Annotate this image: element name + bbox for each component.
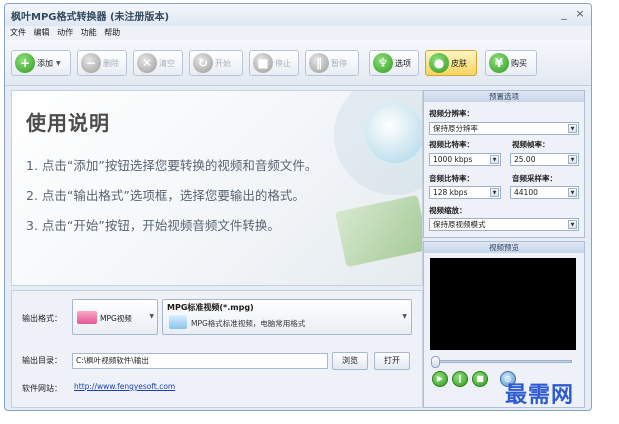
audio-bitrate-label: 音频比特率： (429, 174, 474, 183)
instructions-panel: 使用说明 1. 点击“添加”按钮选择您要转换的视频和音频文件。 2. 点击“输出… (11, 90, 423, 286)
preset-options-panel: 预置选项 视频分辨率： 保持原分辨率 ▼ 视频比特率： 视频帧率： 1000 k… (423, 90, 585, 238)
chevron-down-icon[interactable]: ▼ (568, 188, 577, 197)
audio-samplerate-select[interactable]: 44100 ▼ (510, 186, 579, 199)
menu-file[interactable]: 文件 (10, 26, 26, 40)
pause-icon[interactable]: ∥ (452, 371, 468, 387)
remove-button[interactable]: − 删除 (77, 50, 127, 76)
minimize-button[interactable]: _ (557, 7, 571, 21)
video-bitrate-select[interactable]: 1000 kbps ▼ (429, 153, 501, 166)
video-bitrate-value: 1000 kbps (433, 155, 473, 164)
output-format-label: 输出格式： (22, 314, 62, 323)
video-framerate-value: 25.00 (514, 155, 536, 164)
video-preview-header: 视频预览 (424, 242, 584, 253)
film-disc-icon (364, 103, 422, 165)
chevron-down-icon[interactable]: ▼ (56, 60, 61, 67)
chevron-down-icon[interactable]: ▼ (149, 313, 154, 320)
start-label: 开始 (215, 58, 231, 68)
instruction-step: 1. 点击“添加”按钮选择您要转换的视频和音频文件。 (26, 158, 318, 173)
audio-samplerate-value: 44100 (514, 188, 538, 197)
skin-label: 皮肤 (451, 58, 467, 68)
audio-bitrate-select[interactable]: 128 kbps ▼ (429, 186, 501, 199)
skin-icon: ● (429, 53, 449, 73)
format-video-icon (169, 315, 187, 329)
menu-function[interactable]: 功能 (81, 26, 97, 40)
output-format-select[interactable]: MPG标准视频(*.mpg) MPG格式标准视频，电脑常用格式 ▼ (162, 299, 412, 335)
video-scale-label: 视频缩放： (429, 206, 467, 215)
title-bar[interactable]: 枫叶MPG格式转换器 (未注册版本) _ × (5, 4, 591, 26)
remove-icon: − (81, 53, 101, 73)
chevron-down-icon[interactable]: ▼ (568, 220, 577, 229)
video-preview-screen (430, 258, 576, 350)
add-icon: + (15, 53, 35, 73)
preview-seek-slider[interactable] (431, 356, 572, 368)
browse-button[interactable]: 浏览 (332, 352, 368, 370)
remove-label: 删除 (103, 58, 119, 68)
chevron-down-icon[interactable]: ▼ (490, 188, 499, 197)
video-bitrate-label: 视频比特率： (429, 140, 474, 149)
start-icon: ↻ (193, 53, 213, 73)
options-label: 选项 (395, 58, 411, 68)
stop-button[interactable]: ■ 停止 (249, 50, 299, 76)
chevron-down-icon[interactable]: ▼ (568, 124, 577, 133)
skin-button[interactable]: ● 皮肤 (425, 50, 477, 76)
instruction-step: 2. 点击“输出格式”选项框，选择您要输出的格式。 (26, 188, 305, 203)
clear-icon: ✕ (137, 53, 157, 73)
output-settings-panel: 输出格式： MPG视频 ▼ MPG标准视频(*.mpg) MPG格式标准视频，电… (11, 290, 423, 408)
menu-action[interactable]: 动作 (57, 26, 73, 40)
start-button[interactable]: ↻ 开始 (189, 50, 243, 76)
output-dir-label: 输出目录： (22, 356, 62, 365)
buy-icon: ¥ (489, 53, 509, 73)
output-dir-input[interactable]: C:\枫叶视频软件\输出 (72, 353, 328, 369)
pause-label: 暂停 (331, 58, 347, 68)
add-label: 添加 (37, 58, 53, 68)
pause-icon: ∥ (309, 53, 329, 73)
menu-edit[interactable]: 编辑 (34, 26, 50, 40)
audio-bitrate-value: 128 kbps (433, 188, 468, 197)
clear-label: 清空 (159, 58, 175, 68)
video-resolution-value: 保持原分辨率 (433, 124, 478, 133)
format-title: MPG标准视频(*.mpg) (167, 303, 254, 312)
screen-decor-icon (335, 194, 422, 268)
app-window: 枫叶MPG格式转换器 (未注册版本) _ × 文件 编辑 动作 功能 帮助 + … (4, 3, 592, 411)
website-link[interactable]: http://www.fengyesoft.com (74, 382, 175, 391)
toolbar: + 添加 ▼ − 删除 ✕ 清空 ↻ 开始 ■ 停止 ∥ 暂停 ♆ 选项 ● 皮… (5, 40, 591, 86)
menu-help[interactable]: 帮助 (104, 26, 120, 40)
stop-icon: ■ (253, 53, 273, 73)
chevron-down-icon[interactable]: ▼ (402, 313, 407, 320)
buy-button[interactable]: ¥ 购买 (485, 50, 537, 76)
instruction-step: 3. 点击“开始”按钮，开始视频音频文件转换。 (26, 218, 280, 233)
format-category-value: MPG视频 (100, 314, 132, 323)
video-resolution-label: 视频分辨率： (429, 109, 474, 118)
open-button[interactable]: 打开 (374, 352, 410, 370)
video-resolution-select[interactable]: 保持原分辨率 ▼ (429, 122, 579, 135)
pause-button[interactable]: ∥ 暂停 (305, 50, 359, 76)
options-icon: ♆ (373, 53, 393, 73)
website-label: 软件网站： (22, 384, 62, 393)
audio-samplerate-label: 音频采样率： (512, 174, 557, 183)
video-framerate-select[interactable]: 25.00 ▼ (510, 153, 579, 166)
video-scale-select[interactable]: 保持原视频模式 ▼ (429, 218, 579, 231)
format-category-select[interactable]: MPG视频 ▼ (72, 299, 158, 335)
preset-options-header: 预置选项 (424, 91, 584, 102)
play-icon[interactable]: ▶ (432, 371, 448, 387)
format-description: MPG格式标准视频，电脑常用格式 (191, 319, 306, 328)
buy-label: 购买 (511, 58, 527, 68)
window-title: 枫叶MPG格式转换器 (未注册版本) (11, 12, 170, 23)
instructions-heading: 使用说明 (26, 111, 110, 135)
stop-label: 停止 (275, 58, 291, 68)
stop-icon[interactable]: ■ (472, 371, 488, 387)
menu-bar: 文件 编辑 动作 功能 帮助 (5, 26, 591, 40)
clear-button[interactable]: ✕ 清空 (133, 50, 183, 76)
video-framerate-label: 视频帧率： (512, 140, 550, 149)
video-scale-value: 保持原视频模式 (433, 220, 486, 229)
watermark-text: 最需网 (505, 382, 575, 408)
chevron-down-icon[interactable]: ▼ (490, 155, 499, 164)
chevron-down-icon[interactable]: ▼ (568, 155, 577, 164)
mpg-video-icon (77, 311, 97, 324)
add-button[interactable]: + 添加 ▼ (11, 50, 71, 76)
options-button[interactable]: ♆ 选项 (369, 50, 419, 76)
seek-slider-handle[interactable] (431, 356, 440, 368)
close-button[interactable]: × (573, 7, 587, 21)
